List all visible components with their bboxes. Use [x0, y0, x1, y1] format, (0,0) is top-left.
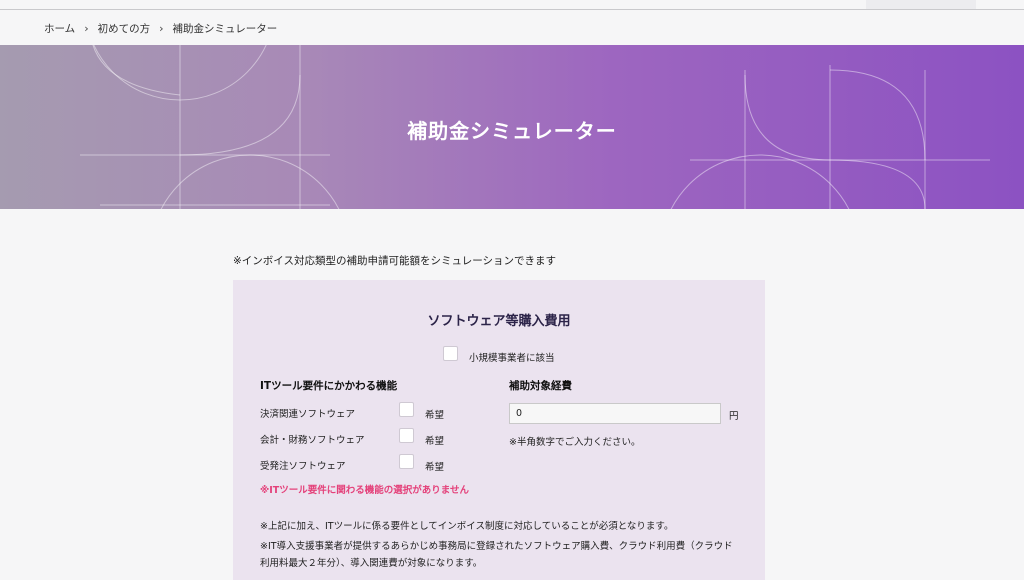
page-title: 補助金シミュレーター: [407, 119, 617, 143]
feature-option-accounting: 希望: [425, 436, 445, 447]
chevron-right-icon: ›: [159, 22, 164, 35]
small-business-label: 小規模事業者に該当: [469, 353, 555, 364]
feature-option-payment: 希望: [425, 410, 445, 421]
top-tab: [866, 0, 976, 9]
feature-checkbox-ordering[interactable]: [399, 454, 414, 469]
note-eligible-line2: 利用料最大２年分）、導入関連費が対象になります。: [260, 558, 483, 569]
feature-label-accounting: 会計・財務ソフトウェア: [260, 435, 365, 446]
feature-label-ordering: 受発注ソフトウェア: [260, 461, 346, 472]
breadcrumb-first-time[interactable]: 初めての方: [98, 21, 151, 36]
note-eligible-line1: ※IT導入支援事業者が提供するあらかじめ事務局に登録されたソフトウェア購入費、ク…: [260, 541, 733, 552]
intro-text: ※インボイス対応類型の補助申請可能額をシミュレーションできます: [233, 255, 557, 267]
feature-option-ordering: 希望: [425, 462, 445, 473]
feature-label-payment: 決済関連ソフトウェア: [260, 409, 356, 420]
chevron-right-icon: ›: [84, 22, 89, 35]
breadcrumb-home[interactable]: ホーム: [44, 21, 75, 36]
amount-unit: 円: [729, 411, 739, 422]
feature-checkbox-payment[interactable]: [399, 402, 414, 417]
amount-hint: ※半角数字でご入力ください。: [509, 437, 641, 448]
note-invoice: ※上記に加え、ITツールに係る要件としてインボイス制度に対応していることが必須と…: [260, 521, 674, 532]
features-heading: ITツール要件にかかわる機能: [260, 380, 398, 392]
hero-banner: 補助金シミュレーター: [0, 45, 1024, 209]
feature-warning: ※ITツール要件に関わる機能の選択がありません: [260, 485, 469, 496]
amount-input[interactable]: [509, 403, 721, 424]
panel-title: ソフトウェア等購入費用: [427, 314, 571, 329]
breadcrumb: ホーム › 初めての方 › 補助金シミュレーター: [44, 21, 277, 36]
breadcrumb-current: 補助金シミュレーター: [172, 23, 278, 35]
small-business-checkbox[interactable]: [443, 346, 458, 361]
top-bar: [0, 0, 1024, 10]
expense-heading: 補助対象経費: [509, 380, 572, 392]
feature-checkbox-accounting[interactable]: [399, 428, 414, 443]
simulator-panel: ソフトウェア等購入費用 小規模事業者に該当 ITツール要件にかかわる機能 補助対…: [233, 280, 765, 580]
